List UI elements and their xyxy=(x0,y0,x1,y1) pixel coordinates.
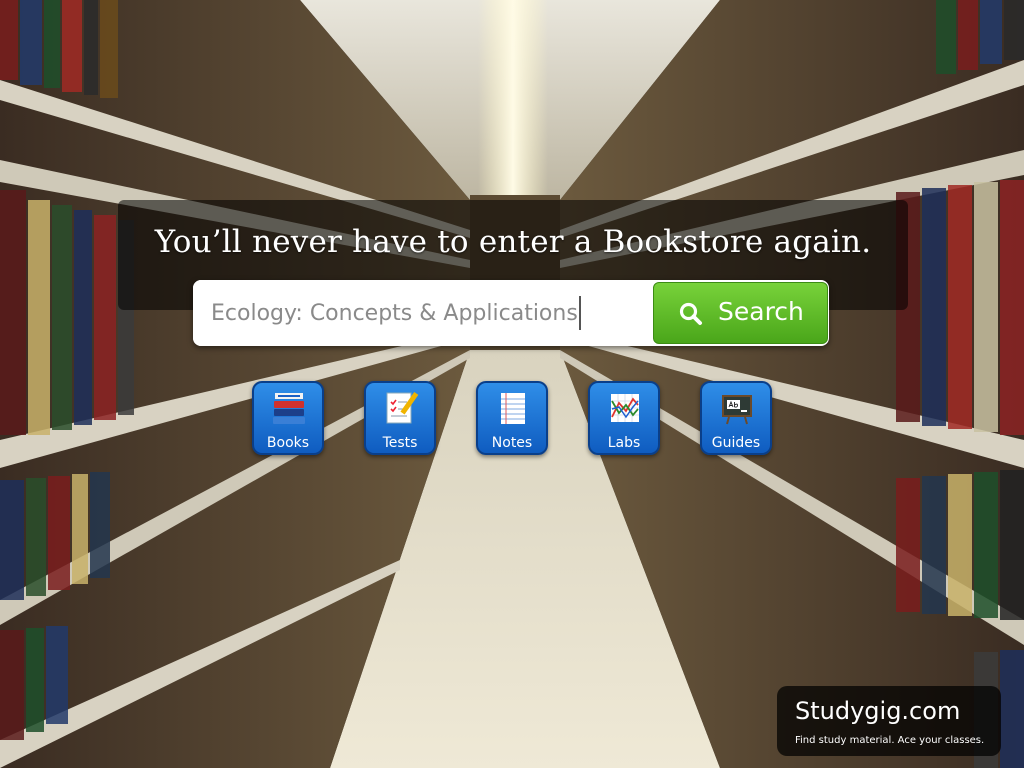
category-books-button[interactable]: Books xyxy=(252,381,324,455)
lab-chart-icon xyxy=(611,394,639,422)
chalkboard-icon xyxy=(722,395,752,425)
category-label: Tests xyxy=(382,435,418,451)
category-notes-button[interactable]: Notes xyxy=(476,381,548,455)
category-label: Labs xyxy=(607,435,641,451)
search-icon xyxy=(679,302,702,325)
category-label: Guides xyxy=(711,435,761,451)
notepad-icon xyxy=(501,393,525,424)
text-caret xyxy=(579,296,581,330)
site-tagline: Find study material. Ace your classes. xyxy=(795,735,985,746)
page-headline: You’ll never have to enter a Bookstore a… xyxy=(154,224,872,260)
category-tests-button[interactable]: Tests xyxy=(364,381,436,455)
search-button-label: Search xyxy=(718,297,804,326)
category-label: Notes xyxy=(491,435,533,451)
site-logo-text[interactable]: Studygig.com xyxy=(795,697,960,725)
books-icon xyxy=(273,393,305,424)
category-label: Books xyxy=(266,435,310,451)
search-button[interactable]: Search xyxy=(653,282,828,344)
category-labs-button[interactable]: Labs xyxy=(588,381,660,455)
category-guides-button[interactable]: Guides xyxy=(700,381,772,455)
test-sheet-icon xyxy=(386,392,419,424)
